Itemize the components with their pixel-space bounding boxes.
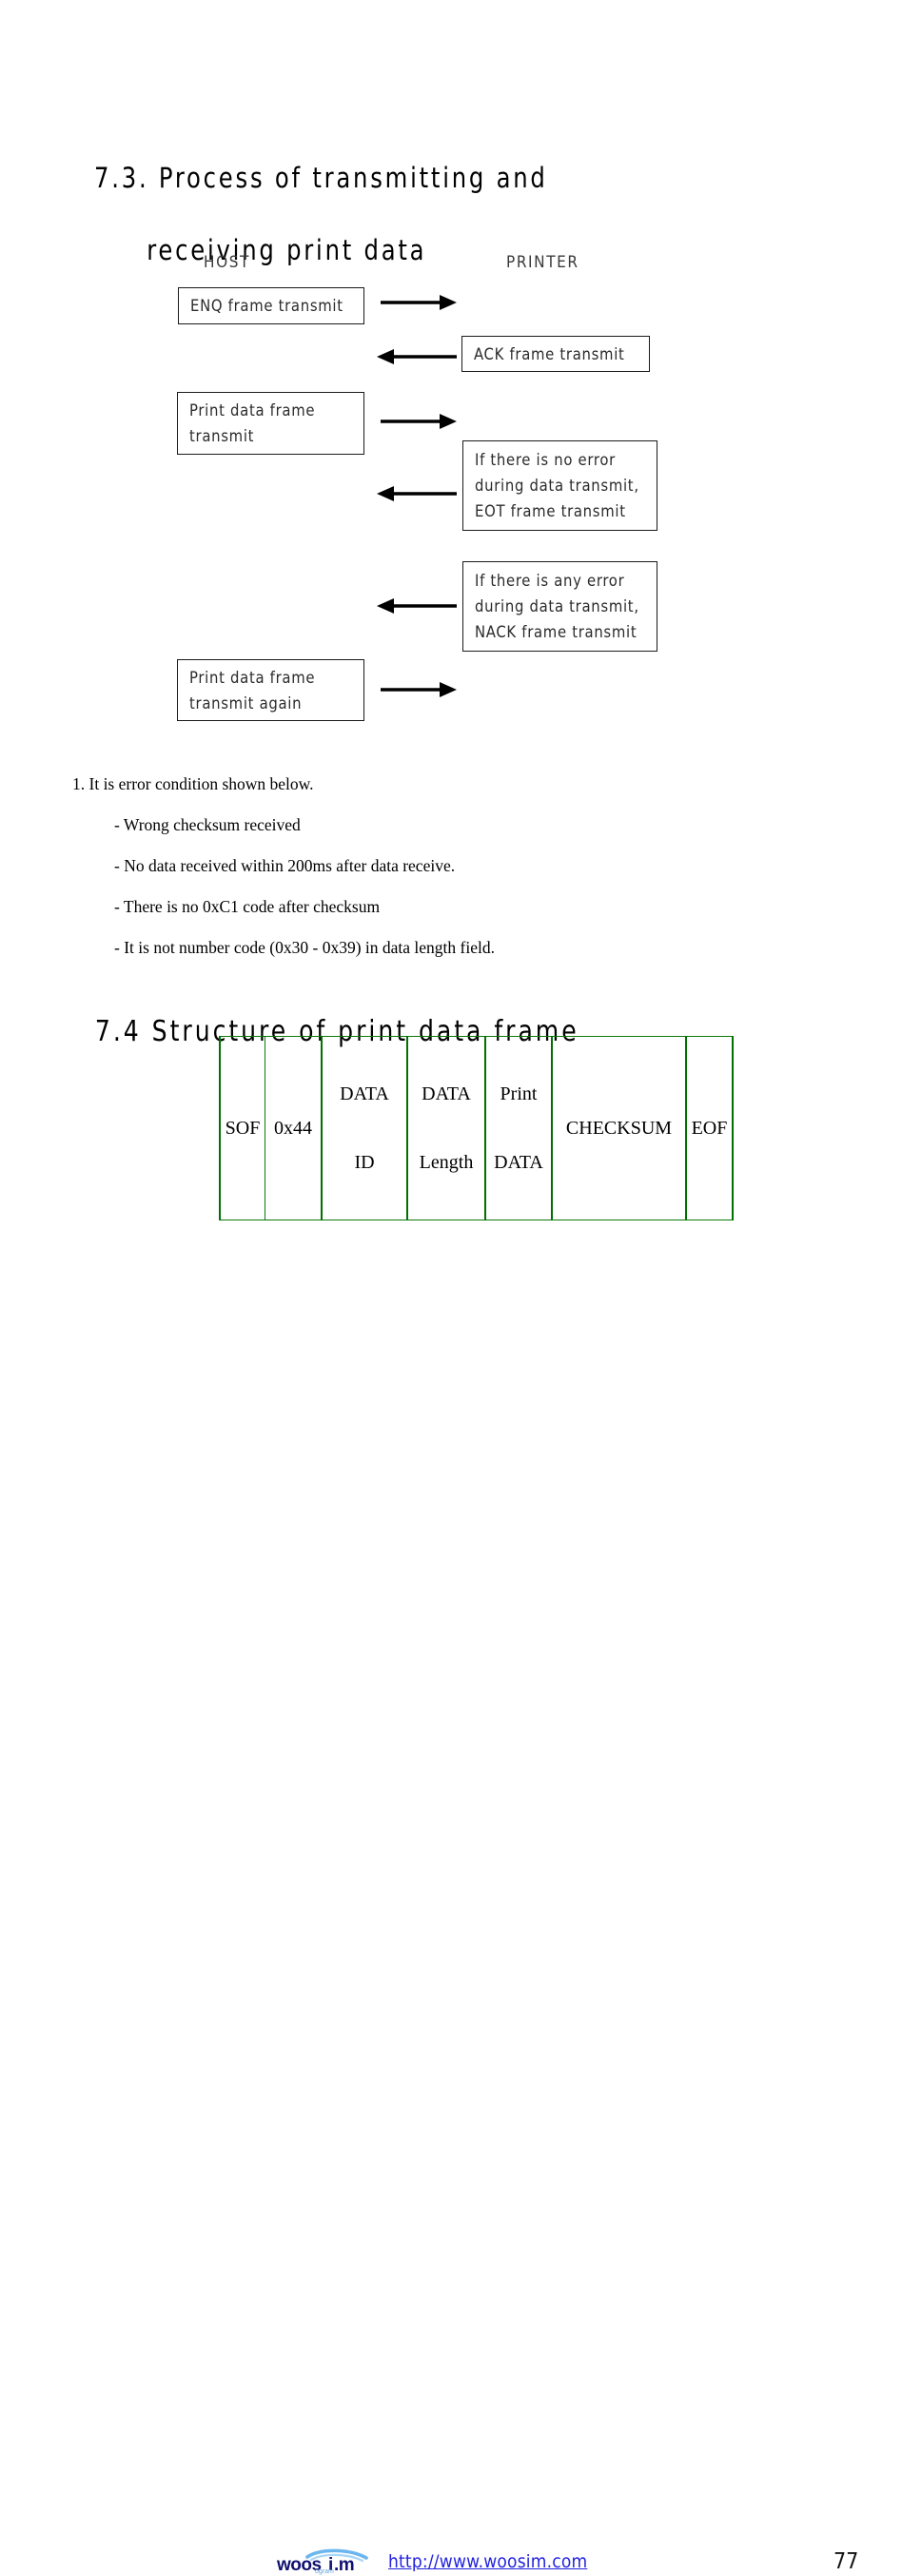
error-condition-notes: 1. It is error condition shown below. - … bbox=[72, 774, 738, 958]
page-number: 77 bbox=[834, 2549, 859, 2574]
flow-box-enq-line1: ENQ frame transmit bbox=[190, 297, 343, 315]
frame-cell-print-data: Print DATA bbox=[484, 1036, 553, 1220]
flow-box-enq-frame-transmit: ENQ frame transmit bbox=[178, 287, 364, 324]
frame-cell-data-length-top: DATA bbox=[422, 1083, 471, 1104]
frame-cell-data-id-top: DATA bbox=[340, 1083, 389, 1104]
flow-box-print-data-frame-transmit-again: Print data frame transmit again bbox=[177, 659, 364, 721]
arrow-left-eot-icon bbox=[377, 486, 457, 501]
frame-cell-data-length: DATA Length bbox=[406, 1036, 486, 1220]
table-row: SOF 0x44 DATA ID DATA Length Print DATA … bbox=[219, 1036, 734, 1220]
frame-cell-checksum-top: CHECKSUM bbox=[565, 1118, 673, 1139]
error-note-item: - There is no 0xC1 code after checksum bbox=[114, 897, 381, 916]
arrow-right-enq-icon bbox=[381, 295, 457, 310]
error-note-item: - It is not number code (0x30 - 0x39) in… bbox=[114, 938, 495, 957]
flow-box-nack-any-error: If there is any error during data transm… bbox=[462, 561, 657, 652]
flow-diagram: HOST PRINTER ENQ frame transmit ACK fram… bbox=[0, 0, 922, 761]
flow-box-printdata-line1: Print data frame bbox=[189, 401, 316, 420]
frame-cell-data-length-bottom: Length bbox=[419, 1152, 474, 1173]
frame-cell-print-data-top: Print bbox=[500, 1083, 538, 1104]
woosim-logo-icon: woos i .m ogram bbox=[276, 2548, 368, 2575]
flow-box-print-data-frame-transmit: Print data frame transmit bbox=[177, 392, 364, 455]
frame-cell-data-id: DATA ID bbox=[321, 1036, 408, 1220]
arrow-right-print-data-icon bbox=[381, 414, 457, 429]
flow-box-nack-line1: If there is any error bbox=[475, 572, 625, 590]
frame-cell-sof: SOF bbox=[219, 1036, 265, 1220]
flow-box-ack-line1: ACK frame transmit bbox=[474, 344, 625, 363]
flow-box-nack-line2: during data transmit, bbox=[475, 597, 639, 615]
footer-website-link[interactable]: http://www.woosim.com bbox=[388, 2551, 587, 2572]
frame-cell-eof-top: EOF bbox=[691, 1118, 728, 1139]
svg-text:.m: .m bbox=[334, 2555, 354, 2575]
flow-box-eot-no-error: If there is no error during data transmi… bbox=[462, 440, 657, 531]
svg-text:ogram: ogram bbox=[315, 2568, 334, 2575]
frame-cell-0x44-top: 0x44 bbox=[274, 1118, 312, 1139]
print-data-frame-structure-table: SOF 0x44 DATA ID DATA Length Print DATA … bbox=[219, 1036, 734, 1220]
flow-box-eot-line2: during data transmit, bbox=[475, 477, 639, 495]
frame-cell-sof-top: SOF bbox=[225, 1118, 261, 1139]
diagram-column-label-host: HOST bbox=[204, 253, 250, 272]
flow-box-ack-frame-transmit: ACK frame transmit bbox=[461, 336, 650, 372]
frame-cell-data-id-bottom: ID bbox=[354, 1152, 375, 1173]
diagram-column-label-printer: PRINTER bbox=[506, 253, 579, 272]
arrow-left-ack-icon bbox=[377, 349, 457, 364]
error-notes-intro: 1. It is error condition shown below. bbox=[72, 774, 314, 793]
flow-box-eot-line1: If there is no error bbox=[475, 451, 616, 469]
error-note-item: - No data received within 200ms after da… bbox=[114, 856, 456, 875]
error-note-item: - Wrong checksum received bbox=[114, 815, 301, 834]
flow-box-printdata-line2: transmit bbox=[189, 427, 255, 445]
flow-box-retry-line2: transmit again bbox=[189, 693, 303, 712]
frame-cell-checksum: CHECKSUM bbox=[551, 1036, 687, 1220]
flow-box-retry-line1: Print data frame bbox=[189, 668, 316, 687]
flow-box-nack-line3: NACK frame transmit bbox=[475, 623, 638, 641]
frame-cell-print-data-bottom: DATA bbox=[494, 1152, 543, 1173]
arrow-right-retry-icon bbox=[381, 682, 457, 697]
frame-cell-eof: EOF bbox=[685, 1036, 734, 1220]
page-footer: woos i .m ogram http://www.woosim.com 77 bbox=[0, 1270, 922, 2575]
flow-box-eot-line3: EOT frame transmit bbox=[475, 502, 626, 520]
frame-cell-0x44: 0x44 bbox=[265, 1036, 323, 1220]
diagram-arrow-layer bbox=[377, 295, 457, 697]
arrow-left-nack-icon bbox=[377, 598, 457, 614]
